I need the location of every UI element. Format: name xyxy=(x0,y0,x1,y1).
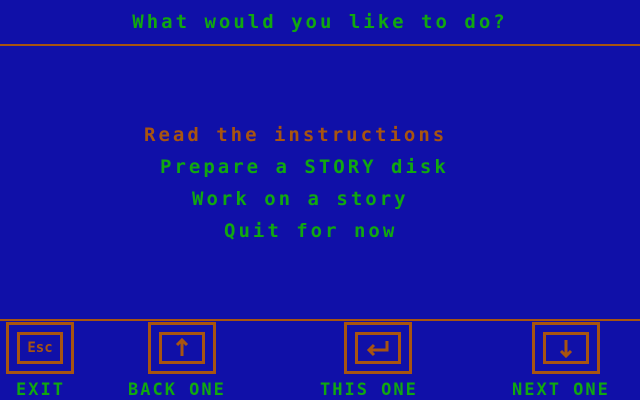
exit-label: EXIT xyxy=(16,380,65,400)
up-arrow-key-button[interactable] xyxy=(148,322,216,374)
menu-item-quit[interactable]: Quit for now xyxy=(224,219,397,243)
enter-arrow-icon xyxy=(355,332,401,364)
menu-item-read-instructions[interactable]: Read the instructions xyxy=(144,123,447,147)
down-arrow-key-button[interactable] xyxy=(532,322,600,374)
this-one-label: THIS ONE xyxy=(320,380,418,400)
menu-screen: What would you like to do? Read the inst… xyxy=(0,0,640,400)
enter-key-button[interactable] xyxy=(344,322,412,374)
esc-key-cap: Esc xyxy=(17,332,63,364)
back-one-label: BACK ONE xyxy=(128,380,226,400)
page-title: What would you like to do? xyxy=(132,11,508,33)
arrow-down-icon xyxy=(543,332,589,364)
esc-key-button[interactable]: Esc xyxy=(6,322,74,374)
footer-divider xyxy=(0,319,640,321)
menu-item-work-on-story[interactable]: Work on a story xyxy=(192,187,409,211)
menu-item-prepare-story-disk[interactable]: Prepare a STORY disk xyxy=(160,155,449,179)
next-one-label: NEXT ONE xyxy=(512,380,610,400)
header-divider xyxy=(0,44,640,46)
arrow-up-icon xyxy=(159,332,205,364)
